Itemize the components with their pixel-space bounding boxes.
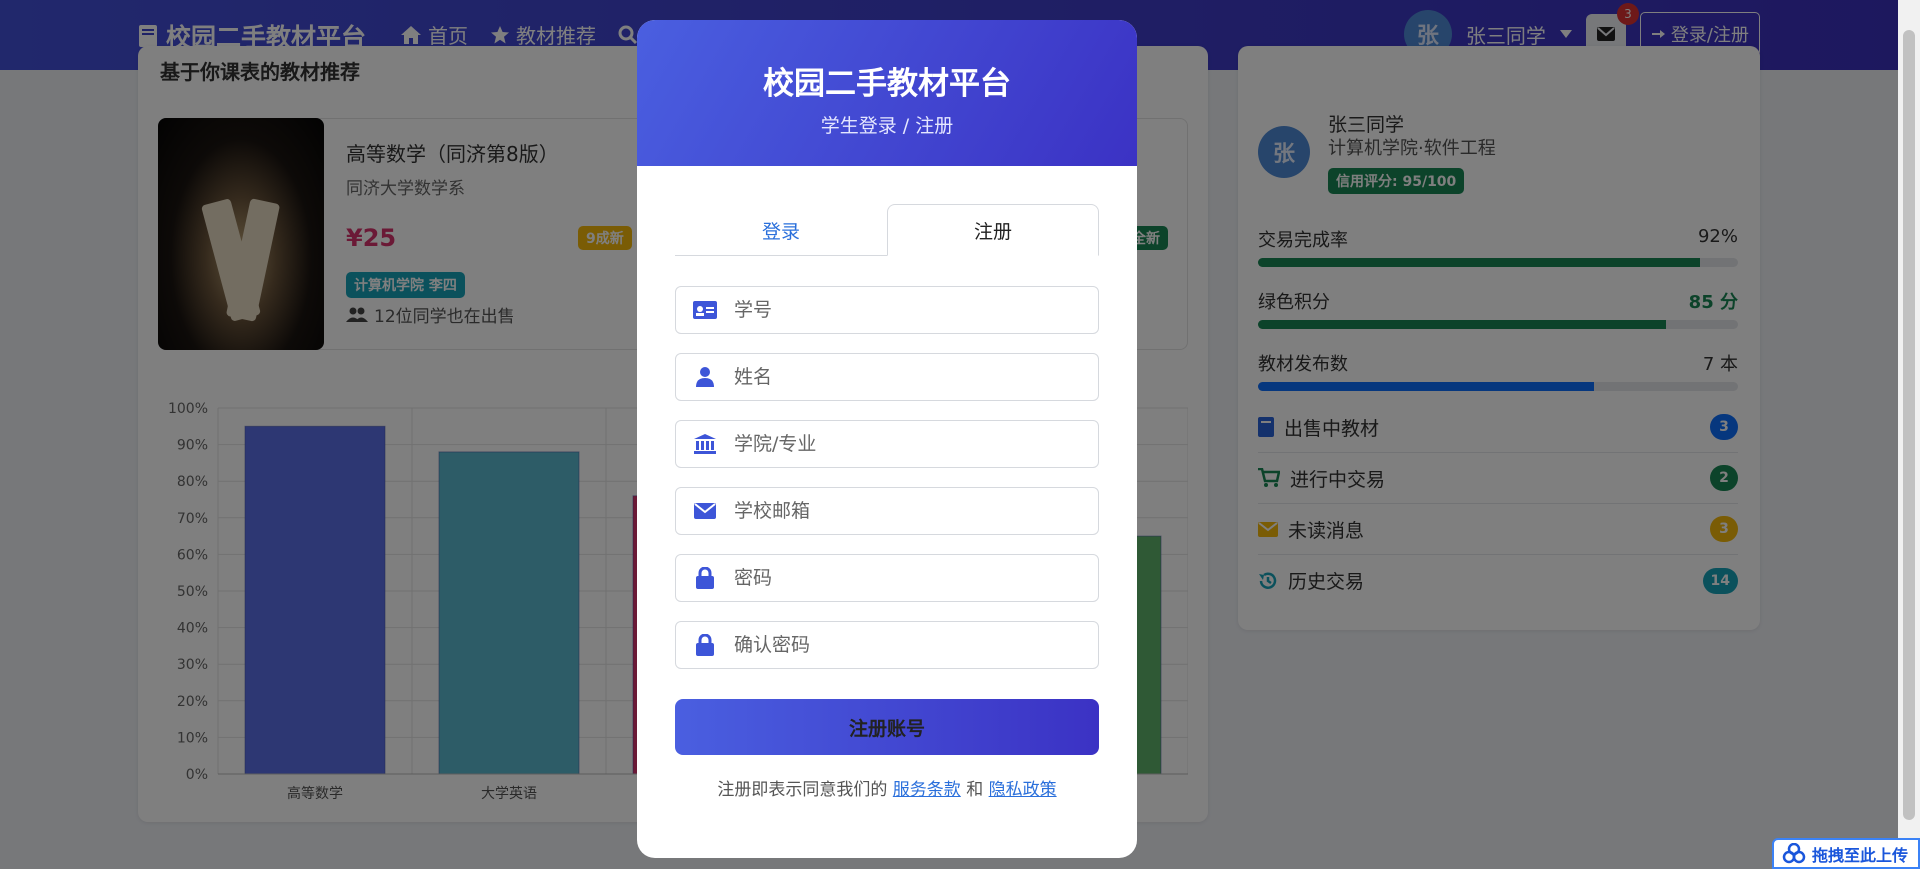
upload-drop-label: 拖拽至此上传: [1812, 845, 1909, 865]
terms-prefix: 注册即表示同意我们的: [717, 780, 888, 800]
lock-icon: [696, 634, 714, 656]
confirm-password-field[interactable]: [675, 621, 1099, 669]
cloud-share-icon: [1782, 842, 1806, 863]
confirm-password-input[interactable]: [734, 634, 1074, 656]
scrollbar-thumb[interactable]: [1903, 30, 1915, 820]
terms-text: 注册即表示同意我们的 服务条款 和 隐私政策: [637, 775, 1137, 800]
register-button[interactable]: 注册账号: [675, 699, 1099, 755]
password-input[interactable]: [734, 567, 1074, 589]
user-icon: [696, 367, 714, 387]
college-field[interactable]: [675, 420, 1099, 468]
email-input[interactable]: [734, 500, 1074, 522]
envelope-icon: [694, 503, 716, 519]
college-input[interactable]: [734, 433, 1074, 455]
password-field[interactable]: [675, 554, 1099, 602]
id-card-icon: [693, 301, 717, 319]
terms-and: 和: [966, 780, 984, 800]
name-input[interactable]: [734, 366, 1074, 388]
student-id-field[interactable]: [675, 286, 1099, 334]
email-field[interactable]: [675, 487, 1099, 535]
student-id-input[interactable]: [734, 299, 1074, 321]
modal-subtitle: 学生登录 / 注册: [820, 115, 954, 137]
tab-register[interactable]: 注册: [887, 204, 1099, 256]
auth-tabs: 登录 注册: [675, 204, 1099, 256]
modal-title: 校园二手教材平台: [763, 66, 1011, 102]
terms-link[interactable]: 服务条款: [893, 780, 961, 800]
scrollbar[interactable]: [1898, 0, 1920, 869]
tab-login[interactable]: 登录: [675, 204, 887, 256]
auth-modal: 校园二手教材平台 学生登录 / 注册 登录 注册 注册账号 注册即表示同意我们的…: [637, 20, 1137, 858]
university-icon: [694, 434, 716, 454]
lock-icon: [696, 567, 714, 589]
name-field[interactable]: [675, 353, 1099, 401]
upload-drop-widget[interactable]: 拖拽至此上传: [1772, 838, 1920, 869]
modal-header: 校园二手教材平台 学生登录 / 注册: [637, 20, 1137, 166]
privacy-link[interactable]: 隐私政策: [989, 780, 1057, 800]
